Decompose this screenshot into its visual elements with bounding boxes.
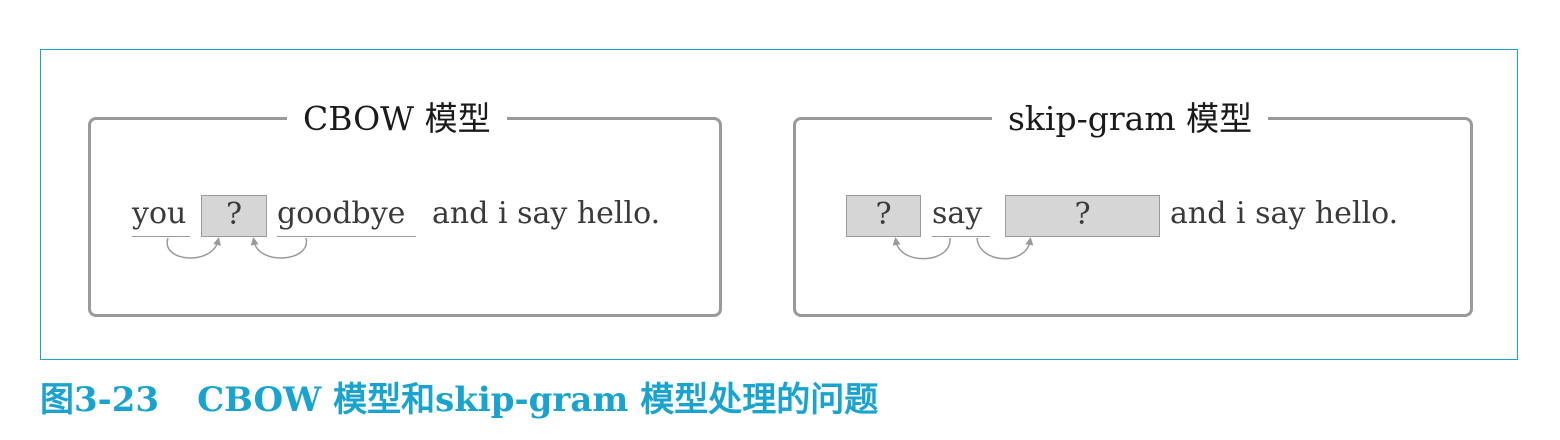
- cbow-arrow-right: [250, 237, 307, 259]
- skipgram-arrow-right: [976, 237, 1034, 260]
- caption-text: CBOW 模型和skip-gram 模型处理的问题: [197, 380, 879, 420]
- caption-number: 图3-23: [40, 380, 160, 420]
- skipgram-arrow-left: [892, 237, 951, 260]
- figure-caption: 图3-23 CBOW 模型和skip-gram 模型处理的问题: [40, 372, 878, 421]
- cbow-arrow-left: [166, 237, 221, 259]
